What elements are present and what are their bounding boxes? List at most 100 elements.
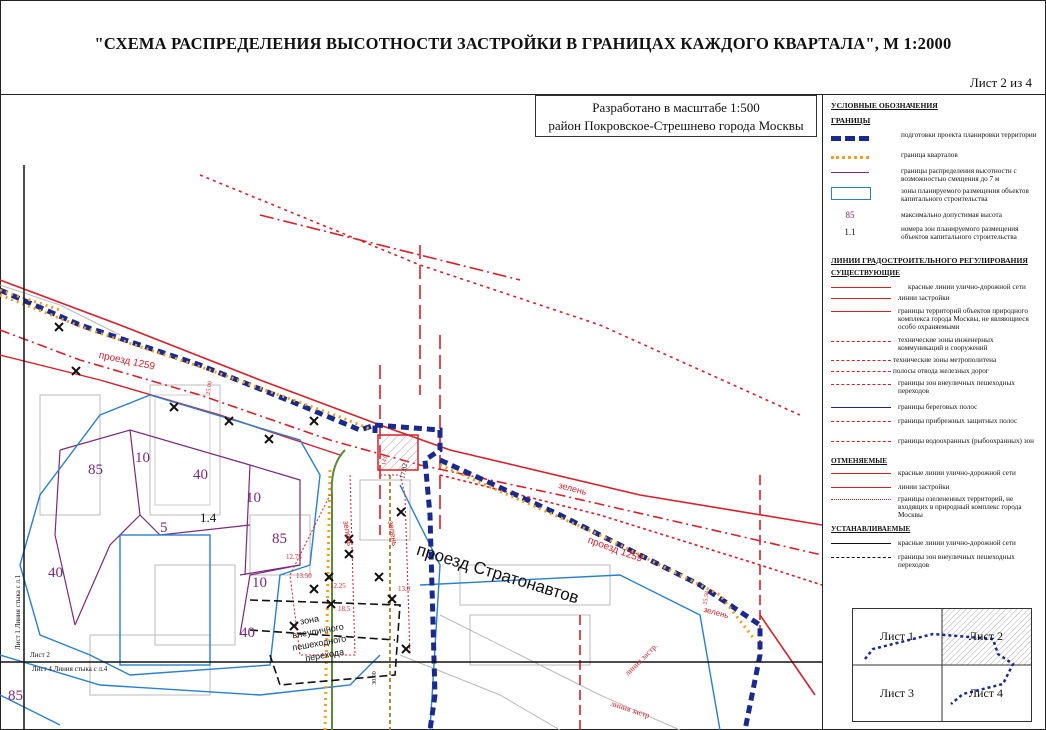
legend-symbol: 1.1 [844, 227, 856, 237]
legend-symbol [831, 371, 891, 372]
dimension-label: 30.00 [371, 671, 378, 685]
stitch-label-4: Лист 4 Линия стыка с л.4 [32, 665, 108, 673]
legend-item-block-boundary: граница кварталов [823, 151, 1046, 165]
legend-section-boundaries: ГРАНИЦЫ [831, 116, 871, 125]
legend-text: границы зон внеуличных пешеходных перехо… [898, 553, 1015, 569]
legend-item-s1: красные линии улично-дорожной сети [823, 539, 1046, 553]
legend-symbol [831, 172, 869, 173]
green-line [330, 449, 346, 730]
legend-item-zone-number: 1.1 номера зон планируемого размещения о… [823, 225, 1046, 241]
legend-text: границы водоохранных (рыбоохранных) зон [898, 437, 1034, 445]
legend-section-cancelled: ОТМЕНЯЕМЫЕ [831, 457, 888, 465]
legend-item-e2: линии застройки [823, 294, 1046, 308]
legend-item-e9: границы прибрежных защитных полос [823, 417, 1046, 431]
construction-zones [0, 394, 721, 730]
dimension-label: 12.75 [286, 553, 302, 561]
legend-symbol [831, 487, 891, 488]
cancel-markers [54, 322, 411, 654]
legend-item-e7: границы зон внеуличных пешеходных перехо… [823, 379, 1046, 395]
sheet-index-map: Лист 1 Лист 2 Лист 3 Лист 4 [852, 608, 1032, 722]
dimension-label: 13.0 [398, 585, 411, 593]
legend-text: границы распределения высотности с возмо… [901, 167, 1017, 183]
legend-text: линии застройки [898, 294, 950, 302]
sheet-3-cell[interactable]: Лист 3 [853, 666, 941, 721]
legend-symbol [831, 311, 891, 312]
legend-item-e8: границы береговых полос [823, 403, 1046, 417]
map-drawing [0, 165, 822, 730]
legend-text: максимально допустимая высота [901, 211, 1002, 219]
legend-symbol [831, 421, 891, 422]
legend-text: границы береговых полос [898, 403, 978, 411]
zone-number: 1.4 [200, 510, 217, 525]
legend-item-c3: границы озелененных территорий, не входя… [823, 495, 1046, 519]
sheet-2-cell[interactable]: Лист 2 [942, 609, 1030, 664]
dimension-label: 13.50 [296, 572, 312, 580]
dimension-label: 18.5 [338, 605, 351, 613]
legend-symbol [831, 499, 891, 500]
legend-symbol [831, 287, 891, 288]
legend-symbol [831, 298, 891, 299]
legend-symbol [831, 384, 891, 385]
scale-note: Разработано в масштабе 1:500 район Покро… [535, 95, 817, 137]
height-value: 5 [160, 520, 168, 536]
legend-item-planning-boundary: подготовки проекта планировки территории [823, 131, 1046, 145]
district-line: район Покровское-Стрешнево города Москвы [548, 118, 804, 133]
legend-text: полосы отвода железных дорог [893, 367, 989, 375]
legend-text: красные линии улично-дорожной сети [908, 283, 1026, 291]
scale-line: Разработано в масштабе 1:500 [592, 100, 760, 115]
legend-item-c1: красные линии улично-дорожной сети [823, 469, 1046, 483]
legend-text: красные линии улично-дорожной сети [898, 469, 1016, 477]
legend-symbol [831, 473, 891, 474]
legend-text: границы озелененных территорий, не входя… [898, 495, 1022, 519]
legend-item-e10: границы водоохранных (рыбоохранных) зон [823, 437, 1046, 451]
legend-text: красные линии улично-дорожной сети [898, 539, 1016, 547]
legend-text: линии застройки [898, 483, 950, 491]
height-value: 40 [48, 565, 63, 581]
legend-symbol [831, 441, 891, 442]
legend-symbol [831, 156, 869, 159]
map-canvas[interactable]: проезд Стратонавтов проезд 1259 проезд 1… [0, 95, 822, 730]
legend-text: границы территорий объектов природного к… [898, 307, 1029, 331]
legend-item-height-boundary: границы распределения высотности с возмо… [823, 167, 1046, 183]
height-value: 40 [240, 625, 255, 641]
legend-section-existing: СУЩЕСТВУЮЩИЕ [831, 269, 900, 277]
legend-symbol [831, 360, 891, 361]
legend-symbol: 85 [845, 210, 855, 220]
height-boundaries [54, 429, 301, 636]
sheet-4-cell[interactable]: Лист 4 [942, 666, 1030, 721]
legend-item-max-height: 85 максимально допустимая высота [823, 210, 1046, 225]
legend-text: технические зоны метрополитена [893, 356, 997, 364]
sheet-1-cell[interactable]: Лист 1 [853, 609, 941, 664]
legend-item-e3: границы территорий объектов природного к… [823, 307, 1046, 331]
legend-section-lines: ЛИНИИ ГРАДОСТРОИТЕЛЬНОГО РЕГУЛИРОВАНИЯ [831, 256, 1028, 265]
legend-symbol [831, 407, 891, 408]
legend-symbol [831, 543, 891, 544]
height-value: 40 [193, 467, 208, 483]
stitch-label-2: Лист 2 [30, 651, 50, 659]
height-value: 10 [135, 450, 150, 466]
legend-item-e4: технические зоны инженерных коммуникаций… [823, 336, 1046, 352]
height-value: 10 [246, 490, 261, 506]
legend-symbol [831, 341, 891, 342]
legend-text: технические зоны инженерных коммуникаций… [898, 336, 994, 352]
legend-section-established: УСТАНАВЛИВАЕМЫЕ [831, 525, 911, 533]
legend-text: границы зон внеуличных пешеходных перехо… [898, 379, 1015, 395]
height-value: 85 [272, 531, 287, 547]
legend-text: номера зон планируемого размещения объек… [901, 225, 1019, 241]
height-value: 85 [8, 688, 23, 704]
legend-item-s2: границы зон внеуличных пешеходных перехо… [823, 553, 1046, 569]
height-value: 85 [88, 462, 103, 478]
legend-text: граница кварталов [901, 151, 958, 159]
legend-title: УСЛОВНЫЕ ОБОЗНАЧЕНИЯ [831, 101, 938, 110]
legend-item-construction-zone: зоны планируемого размещения объектов ка… [823, 187, 1046, 203]
height-value: 10 [252, 575, 267, 591]
legend-symbol [831, 187, 871, 200]
page-title: "СХЕМА РАСПРЕДЕЛЕНИЯ ВЫСОТНОСТИ ЗАСТРОЙК… [94, 34, 952, 53]
legend-text: зоны планируемого размещения объектов ка… [901, 187, 1029, 203]
legend-text: границы прибрежных защитных полос [898, 417, 1018, 425]
legend-symbol [831, 136, 869, 141]
legend-symbol [831, 557, 891, 558]
stitch-label-1: Лист 1 Линия стыка с л.1 [14, 574, 22, 650]
dimension-label: 12.25 [330, 582, 346, 590]
title-band: "СХЕМА РАСПРЕДЕЛЕНИЯ ВЫСОТНОСТИ ЗАСТРОЙК… [0, 0, 1046, 95]
